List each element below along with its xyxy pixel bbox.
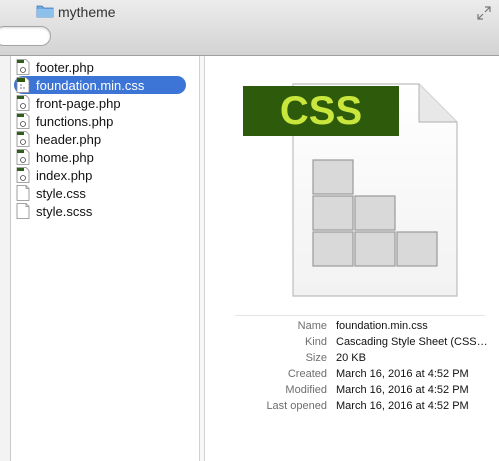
info-label: Created [287,368,327,380]
file-name: style.scss [36,203,93,219]
php-file-icon [16,131,30,147]
file-name: header.php [36,131,102,147]
info-row-modified: Modified March 16, 2016 at 4:52 PM [205,384,499,400]
info-value: Cascading Style Sheet (CSS… [336,336,488,348]
file-row-index-php[interactable]: index.php [14,166,186,184]
file-name: foundation.min.css [36,77,145,93]
file-row-functions-php[interactable]: functions.php [14,112,186,130]
info-value: foundation.min.css [336,320,428,332]
php-file-icon [16,113,30,129]
window-titlebar: mytheme [0,0,499,56]
php-file-icon [16,59,30,75]
info-row-kind: Kind Cascading Style Sheet (CSS… [205,336,499,352]
file-name: functions.php [36,113,114,129]
search-input[interactable] [0,26,51,46]
file-row-footer-php[interactable]: footer.php [14,58,186,76]
blank-file-icon [16,203,30,219]
info-row-size: Size 20 KB [205,352,499,368]
php-file-icon [16,149,30,165]
folder-icon [36,5,54,18]
file-row-header-php[interactable]: header.php [14,130,186,148]
php-file-icon [16,95,30,111]
info-label: Name [297,320,327,332]
parent-column[interactable] [0,56,11,461]
file-name: front-page.php [36,95,121,111]
info-separator [235,315,485,316]
info-row-name: Name foundation.min.css [205,320,499,336]
preview-pane: CSS Name foundation.min.css Kind Cascadi… [205,56,499,461]
css-file-icon [16,77,30,93]
file-name: index.php [36,167,93,183]
info-label: Last opened [266,400,327,412]
info-value: March 16, 2016 at 4:52 PM [336,400,469,412]
blank-file-icon [16,185,30,201]
file-row-style-scss[interactable]: style.scss [14,202,186,220]
info-value: 20 KB [336,352,366,364]
file-row-front-page-php[interactable]: front-page.php [14,94,186,112]
file-list[interactable]: footer.php foundation.min.css front-page… [11,56,199,461]
info-label: Kind [304,336,327,348]
file-name: home.php [36,149,94,165]
css-document-preview-icon: CSS [243,83,458,297]
file-row-style-css[interactable]: style.css [14,184,186,202]
info-row-created: Created March 16, 2016 at 4:52 PM [205,368,499,384]
file-name: footer.php [36,59,94,75]
css-badge-text: CSS [280,89,362,133]
info-value: March 16, 2016 at 4:52 PM [336,368,469,380]
file-row-home-php[interactable]: home.php [14,148,186,166]
fullscreen-icon[interactable] [477,6,491,20]
info-label: Modified [285,384,327,396]
info-row-last-opened: Last opened March 16, 2016 at 4:52 PM [205,400,499,416]
info-label: Size [305,352,327,364]
info-value: March 16, 2016 at 4:52 PM [336,384,469,396]
php-file-icon [16,167,30,183]
file-row-foundation-min-css[interactable]: foundation.min.css [14,76,186,94]
file-name: style.css [36,185,86,201]
window-title: mytheme [58,4,116,20]
